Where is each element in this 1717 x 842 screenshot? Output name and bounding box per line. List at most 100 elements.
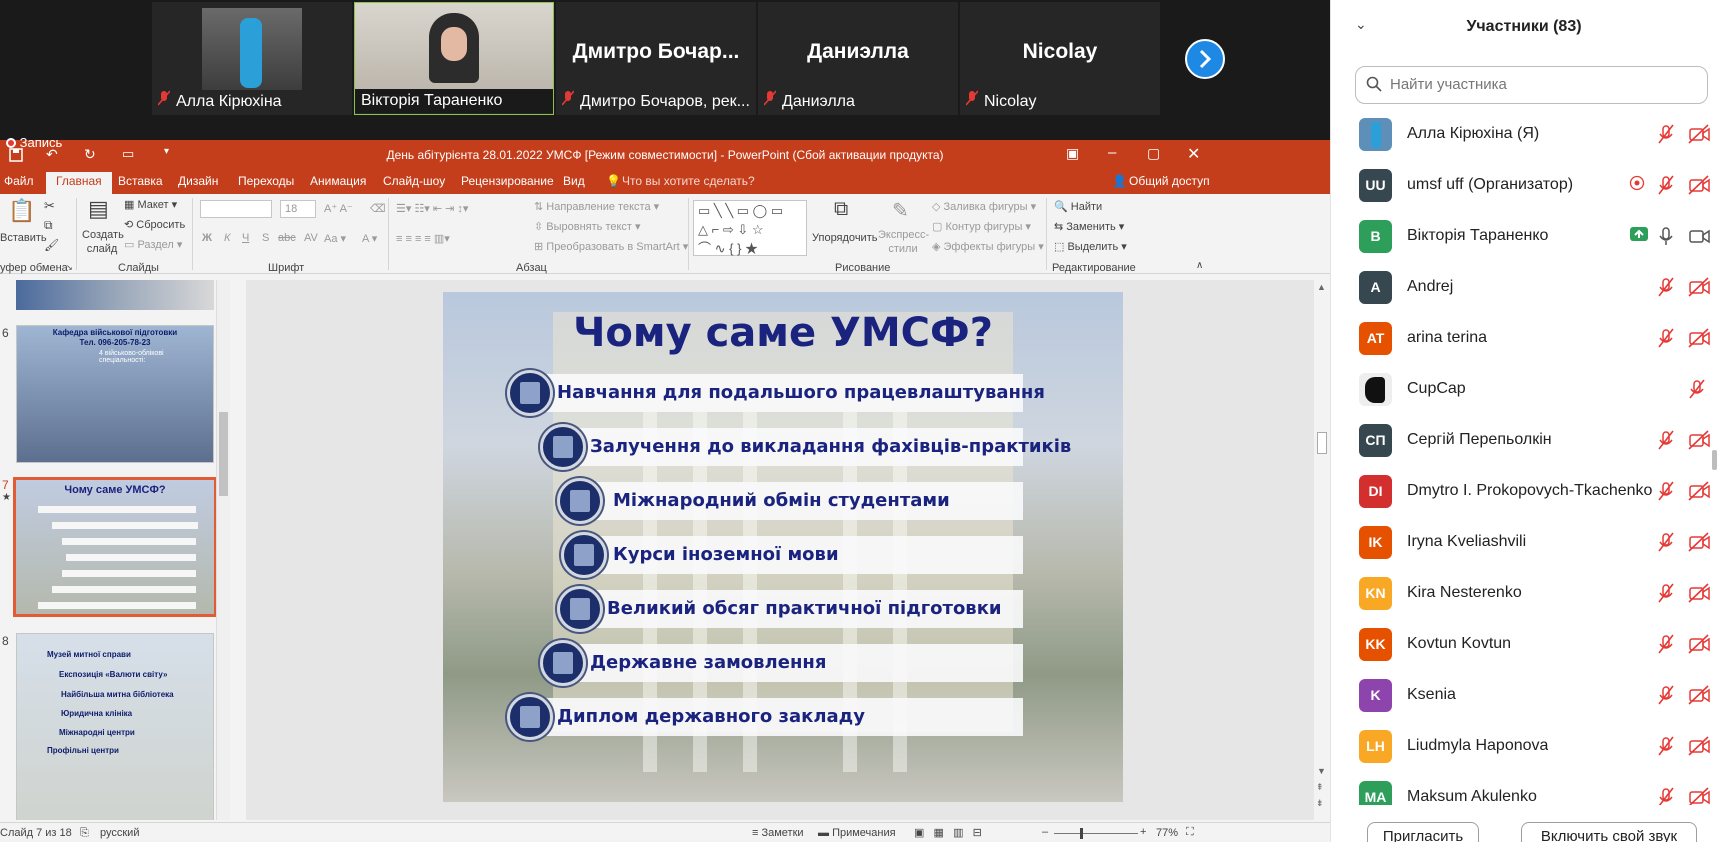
scroll-down-icon[interactable]: ▼: [1317, 766, 1326, 776]
prev-slide-icon[interactable]: ⇞: [1316, 782, 1324, 793]
layout-button[interactable]: ▦ Макет ▾: [124, 198, 177, 211]
scroll-thumb[interactable]: [1317, 432, 1327, 454]
tab-file[interactable]: Файл: [4, 174, 34, 188]
video-off-icon[interactable]: [1688, 787, 1710, 805]
video-off-icon[interactable]: [1688, 328, 1710, 353]
arrange-icon[interactable]: ⧉: [834, 198, 848, 221]
participant-row[interactable]: KN Kira Nesterenko: [1331, 568, 1717, 619]
participant-row[interactable]: MA Maksum Akulenko: [1331, 772, 1717, 805]
video-off-icon[interactable]: [1688, 277, 1710, 302]
close-icon[interactable]: ✕: [1187, 144, 1200, 164]
panel-scrollbar[interactable]: [1712, 450, 1717, 470]
next-slide-icon[interactable]: ⇟: [1316, 798, 1324, 809]
zoom-level[interactable]: 77%: [1156, 827, 1178, 839]
video-off-icon[interactable]: [1688, 124, 1710, 149]
participant-row[interactable]: KK Kovtun Kovtun: [1331, 619, 1717, 670]
underline-icon[interactable]: Ч: [242, 232, 249, 244]
tell-me-box[interactable]: Что вы хотите сделать?: [622, 174, 755, 188]
participant-search-input[interactable]: Найти участника: [1355, 66, 1708, 104]
mic-off-icon[interactable]: [1657, 685, 1675, 710]
grow-font-icon[interactable]: A⁺ A⁻: [324, 202, 353, 215]
video-tile-alla[interactable]: Алла Кірюхіна: [152, 2, 352, 115]
font-color-icon[interactable]: A ▾: [362, 232, 377, 245]
video-off-icon[interactable]: [1688, 532, 1710, 557]
tab-transitions[interactable]: Переходы: [238, 174, 294, 188]
video-off-icon[interactable]: [1688, 634, 1710, 659]
mic-off-icon[interactable]: [1657, 175, 1675, 200]
video-off-icon[interactable]: [1688, 175, 1710, 200]
section-button[interactable]: ▭ Раздел ▾: [124, 238, 182, 251]
align-icons[interactable]: ≡ ≡ ≡ ≡ ▥▾: [396, 232, 450, 245]
font-size-field[interactable]: 18: [280, 200, 316, 218]
quick-styles-button[interactable]: Экспресс-стили: [878, 228, 929, 256]
participant-row[interactable]: UU umsf uff (Организатор): [1331, 160, 1717, 211]
participant-row[interactable]: СП Сергій Перепьолкін: [1331, 415, 1717, 466]
participant-row[interactable]: B Вікторія Тараненко: [1331, 211, 1717, 262]
reset-button[interactable]: ⟲ Сбросить: [124, 218, 185, 231]
mic-off-icon[interactable]: [1657, 430, 1675, 455]
clear-format-icon[interactable]: ⌫: [370, 202, 386, 215]
thumbnail-slide-5[interactable]: [16, 280, 214, 310]
participant-row[interactable]: AT arina terina: [1331, 313, 1717, 364]
tab-animations[interactable]: Анимация: [310, 174, 366, 188]
shapes-gallery[interactable]: ▭ ╲ ╲ ▭ ◯ ▭ △ ⌐ ⇨ ⇩ ☆ ⌒ ∿ { } ★: [693, 200, 807, 256]
strikethrough-icon[interactable]: abc: [278, 232, 296, 244]
convert-smartart-button[interactable]: ⊞ Преобразовать в SmartArt ▾: [534, 240, 688, 253]
new-slide-icon[interactable]: ▤: [88, 196, 109, 222]
ribbon-display-icon[interactable]: ▣: [1066, 145, 1079, 162]
zoom-in-icon[interactable]: +: [1140, 826, 1146, 838]
tab-design[interactable]: Дизайн: [178, 174, 218, 188]
tab-review[interactable]: Рецензирование: [461, 174, 554, 188]
font-name-field[interactable]: [200, 200, 272, 218]
participant-row[interactable]: A Andrej: [1331, 262, 1717, 313]
video-off-icon[interactable]: [1688, 430, 1710, 455]
align-text-button[interactable]: ⇳ Выровнять текст ▾: [534, 220, 641, 233]
unmute-button[interactable]: Включить свой звук: [1521, 822, 1697, 842]
minimize-icon[interactable]: –: [1108, 144, 1116, 161]
view-buttons[interactable]: ▣ ▦ ▥ ⊟: [914, 826, 982, 839]
recording-indicator[interactable]: Запись: [6, 135, 62, 150]
cut-icon[interactable]: ✂: [44, 198, 55, 214]
record-icon[interactable]: [1629, 175, 1645, 196]
copy-icon[interactable]: ⧉: [44, 218, 53, 233]
text-direction-button[interactable]: ⇅ Направление текста ▾: [534, 200, 659, 213]
change-case-icon[interactable]: Aa ▾: [324, 232, 346, 245]
thumbnail-slide-6[interactable]: Кафедра військової підготовки Тел. 096-2…: [16, 325, 214, 463]
participant-row[interactable]: CupCap: [1331, 364, 1717, 415]
video-off-icon[interactable]: [1688, 685, 1710, 710]
tab-home[interactable]: Главная: [46, 172, 112, 194]
tab-insert[interactable]: Вставка: [118, 174, 163, 188]
participant-row[interactable]: DI Dmytro I. Prokopovych-Tkachenko: [1331, 466, 1717, 517]
share-icon[interactable]: [1629, 226, 1649, 247]
video-off-icon[interactable]: [1688, 583, 1710, 608]
zoom-out-icon[interactable]: –: [1042, 826, 1048, 838]
mic-off-icon[interactable]: [1657, 736, 1675, 761]
collapse-ribbon-icon[interactable]: ∧: [1196, 260, 1203, 271]
mic-off-icon[interactable]: [1688, 379, 1706, 404]
video-off-icon[interactable]: [1688, 481, 1710, 506]
mic-off-icon[interactable]: [1657, 787, 1675, 805]
fit-slide-icon[interactable]: ⛶: [1186, 826, 1194, 839]
participant-row[interactable]: LH Liudmyla Haponova: [1331, 721, 1717, 772]
dialog-launcher-icon[interactable]: ↘: [66, 263, 73, 272]
share-button[interactable]: Общий доступ: [1129, 174, 1210, 188]
maximize-icon[interactable]: ▢: [1147, 145, 1160, 162]
current-slide[interactable]: Чому саме УМСФ? Навчання для подальшого …: [443, 292, 1123, 802]
shape-fill-button[interactable]: ◇ Заливка фигуры ▾: [932, 200, 1036, 213]
shape-effects-button[interactable]: ◈ Эффекты фигуры ▾: [932, 240, 1044, 253]
bold-icon[interactable]: Ж: [202, 232, 212, 244]
participant-row[interactable]: Алла Кірюхіна (Я): [1331, 109, 1717, 160]
video-tile-dmytro[interactable]: Дмитро Бочар... Дмитро Бочаров, рек...: [556, 2, 756, 115]
thumbnails-scrollbar[interactable]: [216, 280, 230, 820]
mic-off-icon[interactable]: [1657, 277, 1675, 302]
video-tile-viktoriia[interactable]: Вікторія Тараненко: [354, 2, 554, 115]
italic-icon[interactable]: К: [224, 232, 230, 244]
paste-button[interactable]: Вставить: [0, 232, 47, 244]
zoom-slider[interactable]: [1054, 828, 1138, 839]
next-videos-button[interactable]: [1185, 39, 1225, 79]
participant-row[interactable]: K Ksenia: [1331, 670, 1717, 721]
video-tile-daniella[interactable]: Даниэлла Даниэлла: [758, 2, 958, 115]
quick-styles-icon[interactable]: ✎: [892, 198, 909, 223]
mic-off-icon[interactable]: [1657, 634, 1675, 659]
notes-button[interactable]: ≡ Заметки: [752, 827, 804, 839]
